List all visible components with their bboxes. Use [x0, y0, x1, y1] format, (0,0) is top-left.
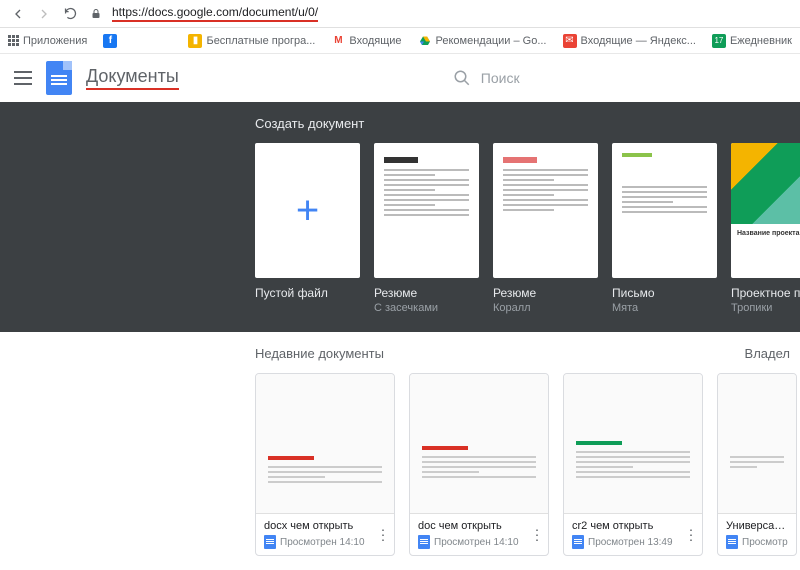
search-icon — [453, 69, 471, 87]
doc-title: Универсальнс — [726, 520, 788, 532]
doc-meta: Просмотрен 13:49 — [588, 537, 673, 548]
more-options-button[interactable]: ⋮ — [376, 526, 390, 543]
recent-heading: Недавние документы — [255, 346, 384, 361]
docs-file-icon — [726, 535, 738, 549]
bookmark-item[interactable]: ✉ Входящие — Яндекс... — [563, 34, 696, 48]
facebook-icon: f — [103, 34, 117, 48]
bookmark-label: Бесплатные програ... — [206, 35, 315, 47]
bookmark-label: Ежедневник — [730, 35, 792, 47]
template-thumb — [612, 143, 717, 278]
template-thumb-title: Название проекта — [731, 224, 800, 243]
bookmark-item[interactable]: Рекомендации – Go... — [418, 34, 547, 48]
recent-doc-card[interactable]: doc чем открыть Просмотрен 14:10 ⋮ — [409, 373, 549, 556]
templates-row: + Пустой файл Резюме С засечками Резюме … — [255, 143, 800, 314]
nav-back-button[interactable] — [8, 4, 28, 24]
bookmarks-bar: Приложения f ▮ Бесплатные програ... M Вх… — [0, 28, 800, 54]
rss-icon: ▮ — [188, 34, 202, 48]
template-thumb — [493, 143, 598, 278]
template-name: Резюме — [374, 286, 479, 300]
yandex-mail-icon: ✉ — [563, 34, 577, 48]
docs-file-icon — [418, 535, 430, 549]
template-name: Письмо — [612, 286, 717, 300]
template-subtitle: С засечками — [374, 302, 479, 314]
recent-doc-card[interactable]: docx чем открыть Просмотрен 14:10 ⋮ — [255, 373, 395, 556]
doc-title: doc чем открыть — [418, 520, 540, 532]
recent-row: docx чем открыть Просмотрен 14:10 ⋮ doc … — [255, 373, 800, 556]
docs-logo-icon[interactable] — [46, 61, 72, 95]
bookmark-item[interactable]: M Входящие — [331, 34, 401, 48]
templates-heading: Создать документ — [255, 116, 800, 131]
template-subtitle: Мята — [612, 302, 717, 314]
main-menu-button[interactable] — [14, 71, 32, 85]
owner-column-label[interactable]: Владел — [745, 346, 790, 361]
doc-title: docx чем открыть — [264, 520, 386, 532]
nav-reload-button[interactable] — [60, 4, 80, 24]
address-bar-url[interactable]: https://docs.google.com/document/u/0/ — [112, 5, 318, 22]
bookmark-label: Входящие — Яндекс... — [581, 35, 696, 47]
template-project-proposal[interactable]: Название проекта Проектное предло... Тро… — [731, 143, 800, 314]
bookmark-label: Приложения — [23, 35, 87, 47]
search-box[interactable]: Поиск — [453, 69, 520, 87]
doc-thumbnail — [718, 374, 796, 514]
bookmark-apps[interactable]: Приложения — [8, 35, 87, 47]
bookmark-item[interactable]: ▮ Бесплатные програ... — [188, 34, 315, 48]
apps-icon — [8, 35, 19, 46]
template-resume-serif[interactable]: Резюме С засечками — [374, 143, 479, 314]
template-thumb — [374, 143, 479, 278]
app-title: Документы — [86, 66, 179, 90]
template-subtitle: Коралл — [493, 302, 598, 314]
template-resume-coral[interactable]: Резюме Коралл — [493, 143, 598, 314]
more-options-button[interactable]: ⋮ — [530, 526, 544, 543]
more-options-button[interactable]: ⋮ — [684, 526, 698, 543]
app-header: Документы Поиск — [0, 54, 800, 102]
browser-toolbar: https://docs.google.com/document/u/0/ — [0, 0, 800, 28]
bookmark-item[interactable]: 17 Ежедневник — [712, 34, 792, 48]
template-thumb: + — [255, 143, 360, 278]
template-subtitle: Тропики — [731, 302, 800, 314]
calendar-icon: 17 — [712, 34, 726, 48]
doc-meta: Просмотрен 14:10 — [434, 537, 519, 548]
template-name: Резюме — [493, 286, 598, 300]
search-placeholder: Поиск — [481, 70, 520, 86]
docs-file-icon — [264, 535, 276, 549]
recent-section: Недавние документы Владел docx чем откры… — [0, 332, 800, 570]
docs-file-icon — [572, 535, 584, 549]
drive-icon — [418, 34, 432, 48]
gmail-icon: M — [331, 34, 345, 48]
plus-icon: + — [296, 188, 319, 233]
doc-thumbnail — [564, 374, 702, 514]
recent-doc-card[interactable]: cr2 чем открыть Просмотрен 13:49 ⋮ — [563, 373, 703, 556]
doc-thumbnail — [256, 374, 394, 514]
bookmark-facebook[interactable]: f — [103, 34, 117, 48]
lock-icon — [86, 4, 106, 24]
bookmark-label: Рекомендации – Go... — [436, 35, 547, 47]
doc-meta: Просмотрен 14:10 — [280, 537, 365, 548]
templates-section: Создать документ + Пустой файл Резюме С … — [0, 102, 800, 332]
doc-title: cr2 чем открыть — [572, 520, 694, 532]
template-blank[interactable]: + Пустой файл — [255, 143, 360, 314]
template-letter-mint[interactable]: Письмо Мята — [612, 143, 717, 314]
template-name: Пустой файл — [255, 286, 360, 300]
nav-forward-button[interactable] — [34, 4, 54, 24]
recent-doc-card[interactable]: Универсальнс Просмотр — [717, 373, 797, 556]
doc-thumbnail — [410, 374, 548, 514]
doc-meta: Просмотр — [742, 537, 788, 548]
template-name: Проектное предло... — [731, 286, 800, 300]
bookmark-label: Входящие — [349, 35, 401, 47]
template-thumb: Название проекта — [731, 143, 800, 278]
